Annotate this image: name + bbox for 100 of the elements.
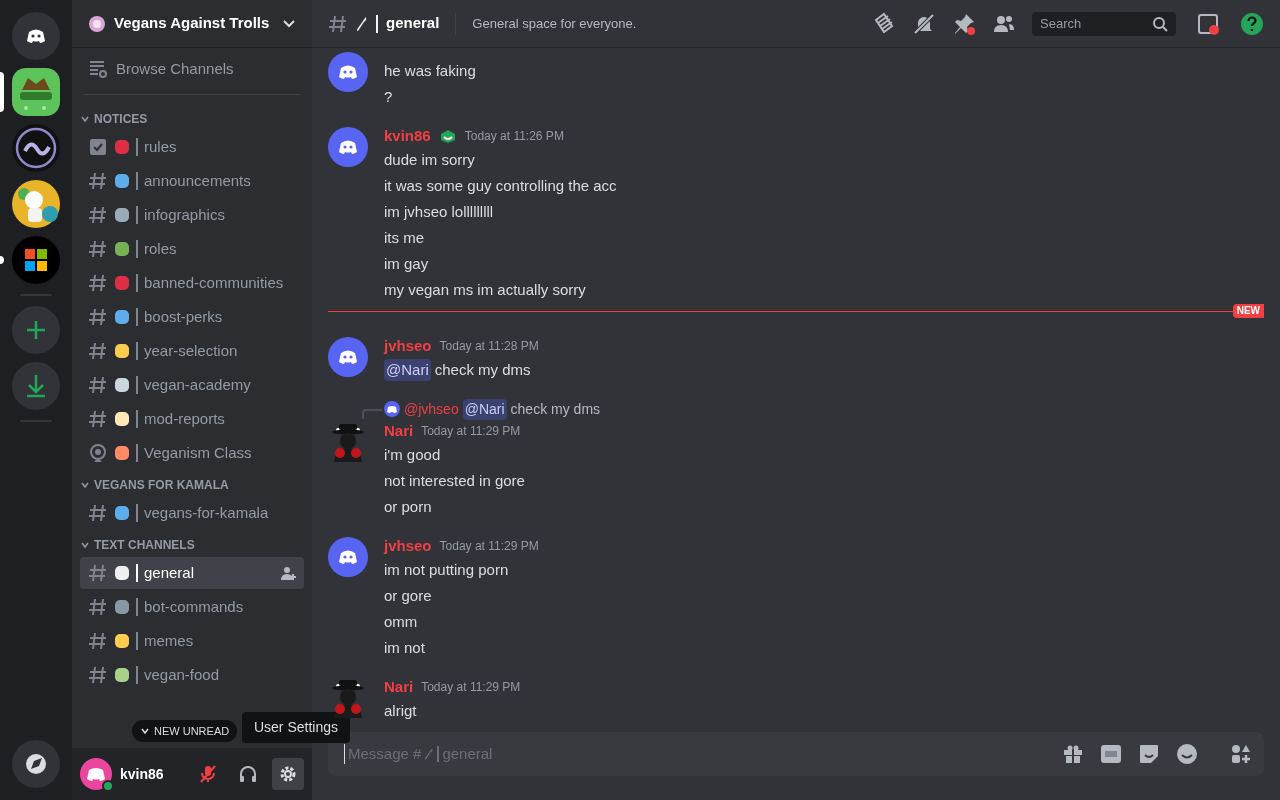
hash-icon [88,665,108,685]
emoji-icon [114,207,130,223]
channel-item[interactable]: mod-reports [80,403,304,435]
hash-icon [88,409,108,429]
discord-home-icon[interactable] [12,12,60,60]
server-header[interactable]: Vegans Against Trolls [72,0,312,48]
timestamp: Today at 11:26 PM [464,128,564,145]
category-header[interactable]: TEXT CHANNELS [80,533,304,557]
channel-item[interactable]: rules [80,131,304,163]
author-name[interactable]: Nari [384,675,414,699]
emoji-icon [114,309,130,325]
chevron-icon [80,114,90,124]
settings-button[interactable] [272,758,304,790]
timestamp: Today at 11:29 PM [439,538,539,555]
threads-icon[interactable] [872,11,896,36]
emoji-icon [114,667,130,683]
download-icon[interactable] [12,362,60,410]
reply-author[interactable]: @jvhseo [404,398,459,420]
channel-item[interactable]: roles [80,233,304,265]
hash-icon [88,273,108,293]
pin-icon[interactable] [952,11,976,36]
message-text: alrigt [384,700,417,721]
add-member-icon[interactable] [280,565,296,581]
channel-item[interactable]: infographics [80,199,304,231]
hash-icon [88,171,108,191]
emoji-icon [114,139,130,155]
author-name[interactable]: Nari [384,419,414,443]
message-text: it was some guy controlling the acc [384,175,617,196]
hash-icon [88,563,108,583]
headphones-icon [238,764,258,784]
sticker-icon[interactable] [1138,743,1160,765]
channel-topic: General space for everyone. [472,14,638,33]
gif-icon[interactable] [1100,744,1122,764]
category-header[interactable]: NOTICES [80,107,304,131]
new-badge: NEW [1232,304,1264,318]
new-unread-pill[interactable]: NEW UNREAD [132,719,238,742]
channel-item[interactable]: announcements [80,165,304,197]
hash-icon [88,375,108,395]
channel-item[interactable]: bot-commands [80,591,304,623]
message-placeholder: Message # [348,743,422,764]
hash-icon [88,503,108,523]
channel-item[interactable]: vegan-academy [80,369,304,401]
browse-channels-item[interactable]: Browse Channels [80,56,304,82]
message-text: im gay [384,253,429,274]
message-text: check my dms [434,359,531,380]
microphone-icon [198,764,218,784]
author-name[interactable]: kvin86 [384,124,431,148]
channel-item[interactable]: year-selection [80,335,304,367]
avatar-icon[interactable] [328,127,368,167]
mention-link[interactable]: @Nari [462,398,507,420]
message-text: omm [384,611,418,632]
emoji-icon [114,505,130,521]
browse-icon [88,59,108,79]
channel-title: general [386,13,440,34]
channel-item[interactable]: vegan-food [80,659,304,691]
stage-icon [88,443,108,463]
emoji-icon [114,173,130,189]
apps-icon[interactable] [1230,743,1252,765]
muted-bell-icon[interactable] [912,11,936,36]
channel-item[interactable]: vegans-for-kamala [80,497,304,529]
tooltip: User Settings [241,712,350,743]
hash-icon [88,239,108,259]
avatar-icon[interactable] [328,52,368,92]
hash-icon [88,597,108,617]
timestamp: Today at 11:28 PM [439,338,539,355]
avatar-icon[interactable] [328,537,368,577]
hash-icon [328,13,348,34]
emoji-icon[interactable] [1176,743,1198,765]
search-field[interactable]: Search [1032,11,1176,36]
avatar-icon[interactable] [80,758,112,790]
message-text: im jvhseo lolllllllll [384,201,494,222]
channel-item[interactable]: Veganism Class [80,437,304,469]
mention-link[interactable]: @Nari [384,358,431,382]
emoji-icon [114,343,130,359]
chevron-icon [80,480,90,490]
avatar-icon[interactable] [384,401,400,417]
channel-item[interactable]: general [80,557,304,589]
author-name[interactable]: jvhseo [384,534,432,558]
message-text: im not [384,637,425,658]
reply-connector [362,409,382,419]
hash-icon [88,307,108,327]
gift-icon[interactable] [1062,743,1084,765]
hash-icon [88,341,108,361]
message-text: he was faking [384,60,476,81]
category-header[interactable]: VEGANS FOR KAMALA [80,473,304,497]
channel-item[interactable]: banned-communities [80,267,304,299]
add-server-icon[interactable] [12,306,60,354]
message-text: or porn [384,496,432,517]
channel-item[interactable]: memes [80,625,304,657]
author-name[interactable]: jvhseo [384,334,432,358]
emoji-icon [114,411,130,427]
avatar-icon[interactable] [328,337,368,377]
inbox-icon[interactable] [1196,11,1220,36]
message-text: my vegan ms im actually sorry [384,279,586,300]
emoji-icon [114,377,130,393]
message-text: ? [384,86,393,107]
compass-icon[interactable] [12,740,60,788]
channel-item[interactable]: boost-perks [80,301,304,333]
help-icon[interactable] [1240,11,1264,36]
emoji-icon [114,633,130,649]
